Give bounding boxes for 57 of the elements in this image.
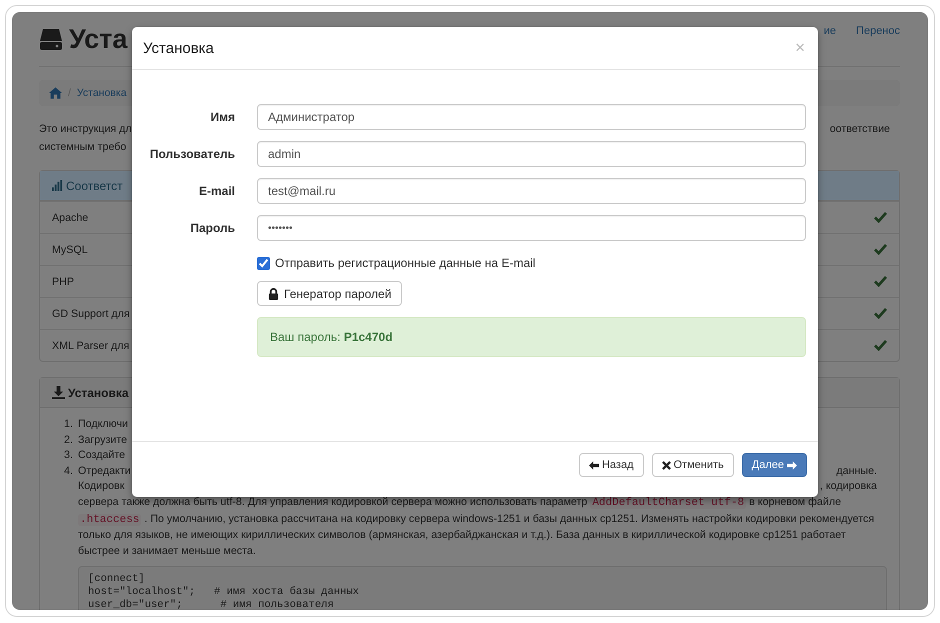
step-text: сервера также должна быть utf-8. Для управления кодировкой сервера можно использовать параметр bbox=[78, 496, 588, 508]
next-button[interactable]: Далее bbox=[742, 453, 807, 477]
code-line: host="localhost"; # имя хоста базы данных bbox=[88, 586, 360, 599]
input-field[interactable]: admin bbox=[257, 141, 806, 167]
input-field[interactable]: ••••••• bbox=[257, 215, 806, 241]
step-number: 2. bbox=[64, 432, 74, 448]
requirement-name: XML Parser для bbox=[52, 340, 130, 352]
inline-code: AddDefaultCharset utf-8 bbox=[590, 496, 746, 509]
home-icon[interactable] bbox=[49, 87, 62, 99]
requirement-name: GD Support для bbox=[52, 308, 130, 320]
input-field[interactable]: Администратор bbox=[257, 104, 806, 130]
requirement-name: MySQL bbox=[52, 244, 88, 256]
intro-text: системным требо bbox=[39, 140, 126, 155]
field-label: Пароль bbox=[189, 221, 235, 235]
step-text: Подключи bbox=[78, 417, 128, 432]
password-alert: Ваш пароль: P1c470d bbox=[257, 317, 806, 357]
step-text: быстрее и занимает меньше места. bbox=[78, 544, 256, 557]
password-generator-button[interactable]: Генератор паролей bbox=[257, 281, 402, 306]
step-text: Создайте bbox=[78, 448, 126, 464]
x-icon bbox=[662, 460, 670, 470]
right-arrow-icon bbox=[787, 460, 797, 470]
step-number: 4. bbox=[64, 464, 74, 479]
step-text: Отредакти bbox=[78, 464, 131, 479]
inline-code: .htaccess bbox=[78, 514, 142, 526]
back-button[interactable]: Назад bbox=[578, 453, 644, 477]
download-icon bbox=[52, 386, 65, 399]
left-arrow-icon bbox=[588, 460, 599, 470]
code-line: [connect] bbox=[88, 573, 146, 586]
intro-text: Это инструкция дл bbox=[39, 122, 132, 137]
panel-title: Соответст bbox=[66, 178, 123, 192]
step-text: в корневом файле bbox=[748, 496, 842, 508]
step-number: 3. bbox=[64, 448, 74, 464]
requirement-name: Apache bbox=[52, 212, 88, 224]
checkbox[interactable] bbox=[257, 256, 270, 270]
step-text: Загрузите bbox=[78, 432, 128, 448]
step-text: , кодировка bbox=[820, 479, 877, 494]
cancel-button[interactable]: Отменить bbox=[652, 453, 734, 477]
signal-bars-icon bbox=[52, 180, 63, 191]
dialog-title: Установка bbox=[143, 40, 214, 56]
step-text: данные. bbox=[836, 464, 877, 479]
page-title: Уста bbox=[69, 24, 128, 54]
input-field[interactable]: test@mail.ru bbox=[257, 178, 806, 204]
breadcrumb-separator: / bbox=[68, 87, 71, 99]
intro-text: оответствие bbox=[830, 122, 890, 137]
step-text: Кодировк bbox=[78, 479, 124, 494]
step-text: только для языков, не имеющих кириллических символов (армянская, азербайджанская и т.д.). База данных в кириллической кодировке cp1251 работает bbox=[78, 529, 846, 542]
requirement-name: PHP bbox=[52, 276, 74, 288]
step-text: . По умолчанию, установка рассчитана на кодировку сервера windows-1251 и базы данных cp1251. Изменять настройки кодировки рекомендуется bbox=[143, 512, 874, 525]
hard-drive-icon bbox=[39, 26, 63, 52]
field-label: Пользователь bbox=[148, 147, 235, 161]
code-line: user_db="user"; # имя пользователя bbox=[88, 599, 335, 610]
lock-icon bbox=[268, 288, 279, 300]
field-label: E-mail bbox=[198, 184, 235, 198]
panel-title: Установка bbox=[68, 386, 129, 400]
checkbox-label: Отправить регистрационные данные на E-mail bbox=[275, 256, 536, 270]
step-number: 1. bbox=[64, 417, 74, 432]
field-label: Имя bbox=[209, 110, 235, 124]
